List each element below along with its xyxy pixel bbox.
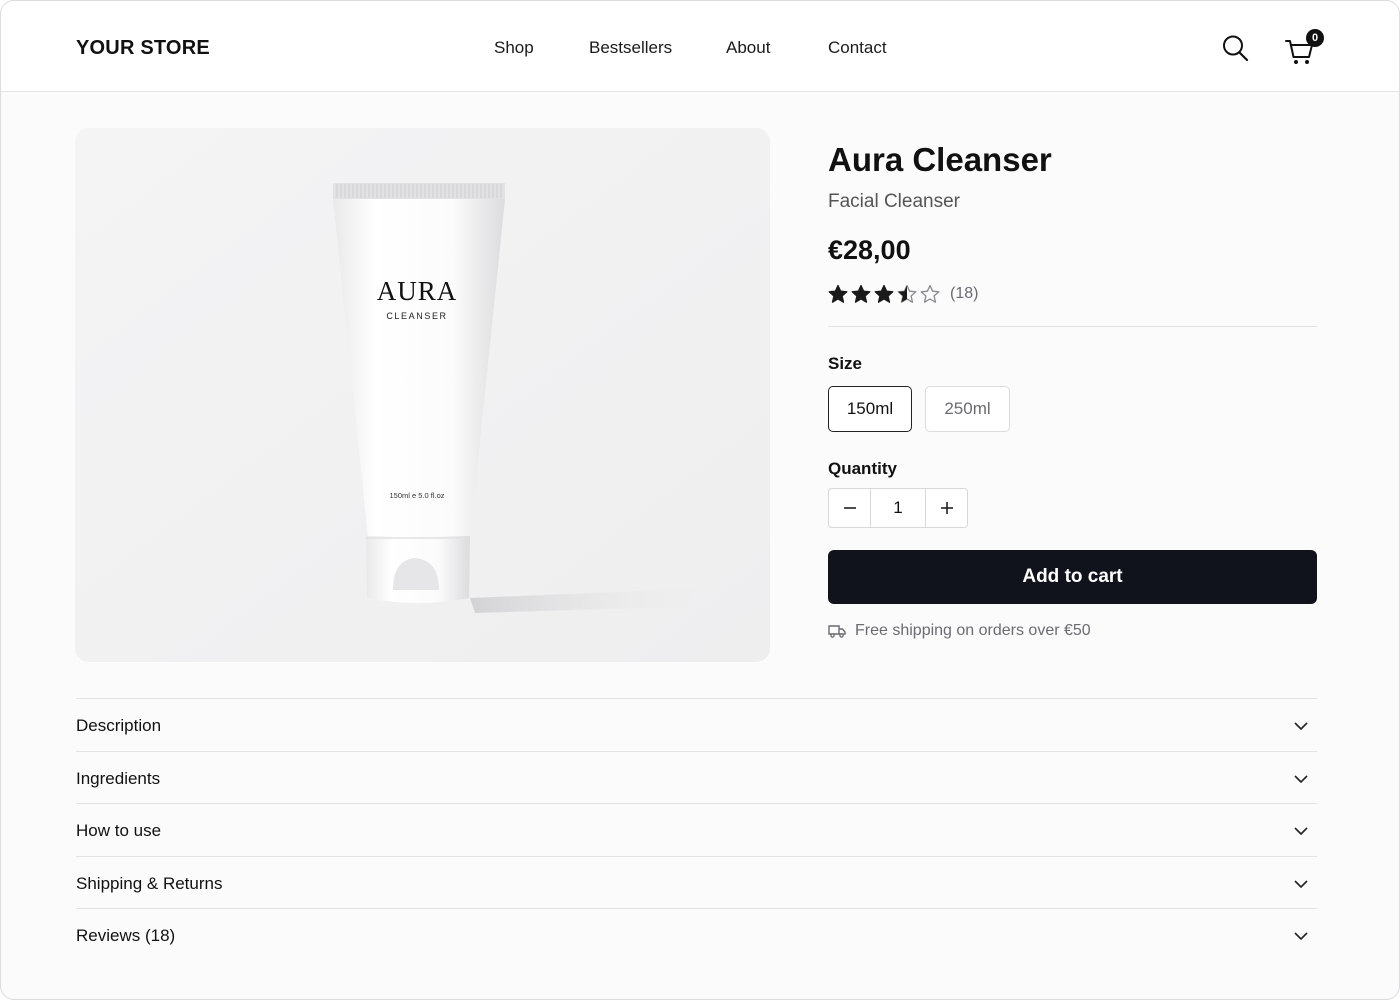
chevron-down-icon bbox=[1294, 774, 1308, 783]
product-subtitle: Facial Cleanser bbox=[828, 191, 960, 212]
nav-about[interactable]: About bbox=[726, 38, 770, 58]
product-photo: AURA CLEANSER 150ml e 5.0 fl.oz bbox=[75, 128, 770, 662]
plus-icon bbox=[940, 502, 953, 514]
product-accordion: Description Ingredients How to use Shipp… bbox=[76, 698, 1317, 961]
accordion-description[interactable]: Description bbox=[76, 698, 1317, 751]
product-rating[interactable]: (18) bbox=[828, 282, 978, 306]
divider bbox=[828, 326, 1317, 327]
chevron-down-icon bbox=[1294, 722, 1308, 731]
volume-text: 150ml e 5.0 fl.oz bbox=[389, 491, 444, 500]
store-logo[interactable]: YOUR STORE bbox=[76, 37, 210, 60]
cart-button[interactable]: 0 bbox=[1284, 29, 1326, 65]
chevron-down-icon bbox=[1294, 932, 1308, 941]
product-image: AURA CLEANSER 150ml e 5.0 fl.oz bbox=[75, 128, 770, 662]
search-button[interactable] bbox=[1221, 33, 1249, 63]
quantity-decrease-button[interactable] bbox=[829, 489, 870, 527]
accordion-label: Shipping & Returns bbox=[76, 873, 223, 893]
size-label: Size bbox=[828, 354, 863, 373]
nav-contact[interactable]: Contact bbox=[828, 38, 887, 58]
accordion-label: Reviews (18) bbox=[76, 926, 176, 945]
site-header: YOUR STORE Shop Bestsellers About Contac… bbox=[1, 1, 1399, 92]
product-line-text: CLEANSER bbox=[386, 311, 447, 321]
accordion-label: How to use bbox=[76, 821, 162, 840]
star-icon-full bbox=[828, 284, 848, 303]
quantity-value[interactable]: 1 bbox=[870, 489, 926, 527]
brand-text: AURA bbox=[377, 276, 458, 306]
cart-count-badge: 0 bbox=[1306, 29, 1324, 47]
star-icon-empty bbox=[920, 284, 940, 303]
chevron-down-icon bbox=[1294, 827, 1308, 836]
star-icon-full bbox=[874, 284, 894, 303]
size-option-250ml[interactable]: 250ml bbox=[925, 386, 1010, 432]
accordion-label: Description bbox=[76, 716, 162, 735]
quantity-label: Quantity bbox=[828, 459, 897, 478]
chevron-down-icon bbox=[1294, 879, 1308, 888]
shipping-note: Free shipping on orders over €50 bbox=[828, 622, 1091, 640]
shipping-text: Free shipping on orders over €50 bbox=[855, 622, 1091, 639]
size-option-150ml[interactable]: 150ml bbox=[828, 386, 912, 432]
accordion-how-to-use[interactable]: How to use bbox=[76, 803, 1317, 856]
quantity-stepper: 1 bbox=[828, 488, 968, 528]
search-icon bbox=[1223, 35, 1249, 62]
nav-shop[interactable]: Shop bbox=[494, 38, 534, 58]
accordion-ingredients[interactable]: Ingredients bbox=[76, 750, 1317, 804]
truck-icon bbox=[828, 625, 846, 638]
nav-bestsellers[interactable]: Bestsellers bbox=[589, 38, 672, 58]
star-icon-full bbox=[851, 284, 871, 303]
product-price: €28,00 bbox=[828, 235, 911, 265]
star-icon-half bbox=[897, 284, 917, 303]
minus-icon bbox=[843, 507, 856, 509]
accordion-label: Ingredients bbox=[76, 768, 161, 788]
star-rating bbox=[828, 284, 940, 304]
add-to-cart-button[interactable]: Add to cart bbox=[828, 550, 1317, 604]
quantity-increase-button[interactable] bbox=[926, 489, 967, 527]
accordion-reviews[interactable]: Reviews (18) bbox=[76, 908, 1317, 961]
review-count: (18) bbox=[950, 285, 979, 302]
product-title: Aura Cleanser bbox=[828, 141, 1052, 178]
product-page: YOUR STORE Shop Bestsellers About Contac… bbox=[0, 0, 1400, 1000]
accordion-shipping-returns[interactable]: Shipping & Returns bbox=[76, 855, 1317, 909]
